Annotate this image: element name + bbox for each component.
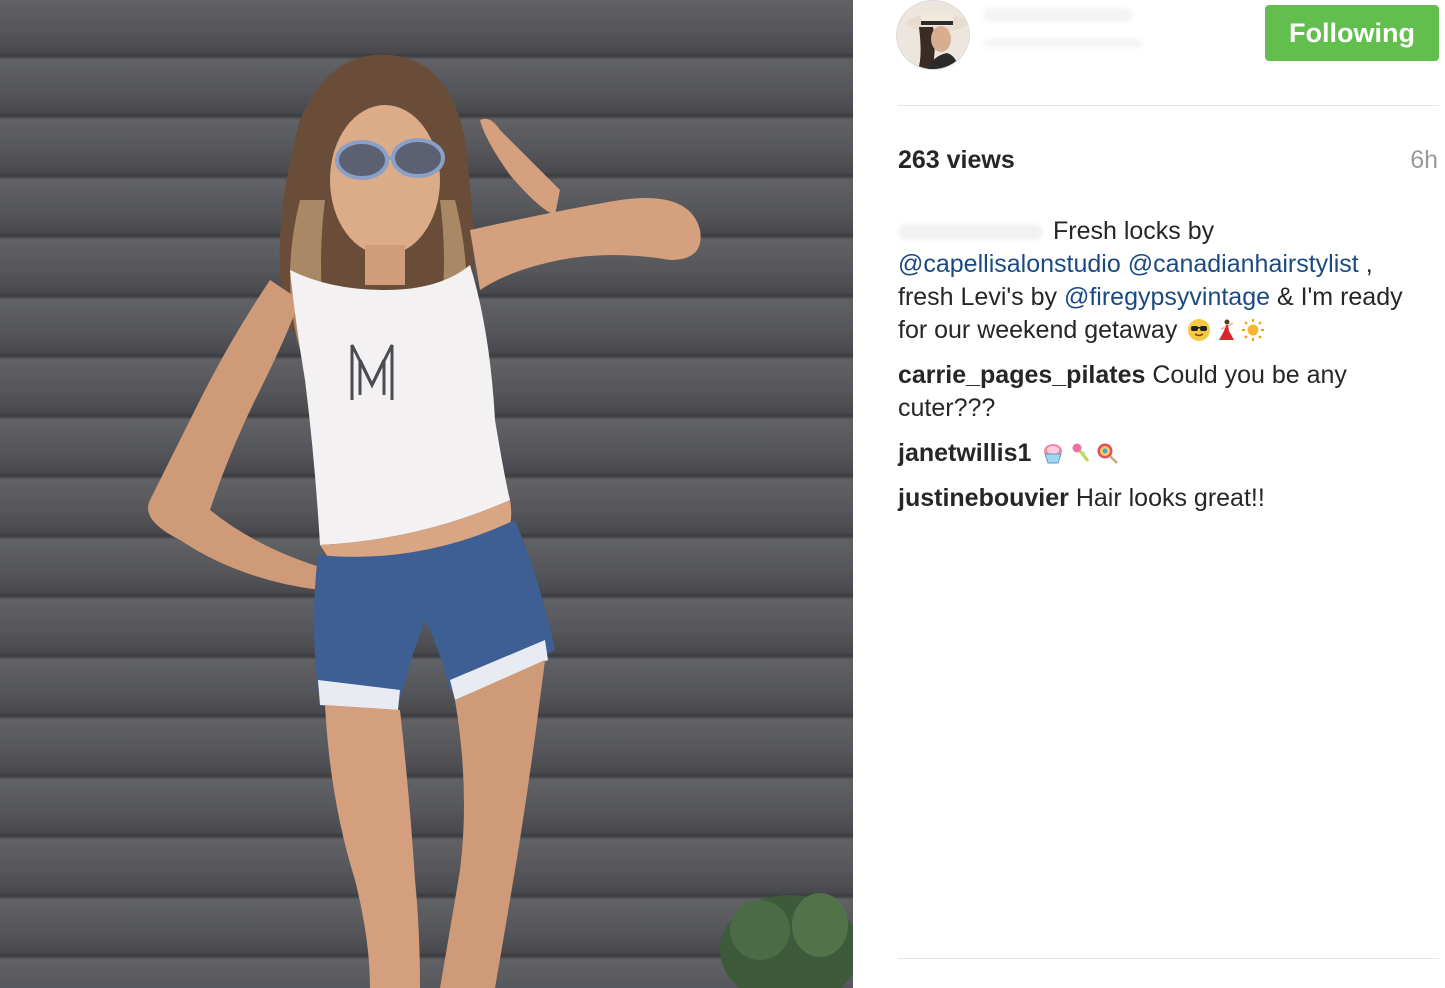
comment-username[interactable]: janetwillis1 (898, 439, 1031, 467)
divider (898, 105, 1439, 106)
mention-link[interactable]: @canadianhairstylist (1128, 250, 1359, 278)
comment-username[interactable]: carrie_pages_pilates (898, 361, 1145, 389)
divider (898, 958, 1439, 959)
mention-link[interactable]: @capellisalonstudio (898, 250, 1121, 278)
sunglasses-face-emoji (1188, 319, 1211, 341)
candy-emoji (1072, 443, 1090, 462)
post-time[interactable]: 6h (1410, 146, 1438, 175)
avatar-image (897, 1, 969, 69)
instagram-post-view: Following 263 views 6h Fresh locks by @c… (0, 0, 1445, 988)
caption-text: , (1365, 250, 1373, 278)
post-photo-illustration (0, 0, 853, 988)
comment-username[interactable]: justinebouvier (898, 484, 1069, 512)
comment-text: Hair looks great!! (1075, 484, 1265, 512)
avatar[interactable] (896, 0, 970, 70)
post-sidebar: Following 263 views 6h Fresh locks by @c… (853, 0, 1445, 988)
username-redacted (983, 8, 1133, 22)
view-count: 263 views (898, 146, 1015, 174)
mention-link[interactable]: @firegypsyvintage (1064, 283, 1270, 311)
comments-list: Fresh locks by @capellisalonstudio @cana… (898, 215, 1418, 527)
caption-text: fresh Levi's by (898, 283, 1058, 311)
lollipop-emoji (1097, 443, 1119, 464)
following-button[interactable]: Following (1265, 5, 1439, 61)
comment-item: carrie_pages_pilates Could you be any cu… (898, 359, 1418, 425)
post-photo[interactable] (0, 0, 853, 988)
caption-username-redacted (898, 224, 1043, 241)
location-redacted (983, 38, 1143, 48)
shaved-ice-emoji (1044, 444, 1063, 464)
sun-emoji (1242, 319, 1265, 341)
caption: Fresh locks by @capellisalonstudio @cana… (898, 215, 1418, 347)
comment-item: justinebouvier Hair looks great!! (898, 482, 1418, 515)
dancer-emoji (1219, 319, 1235, 340)
caption-text: Fresh locks by (1053, 217, 1215, 245)
comment-item: janetwillis1 (898, 437, 1418, 470)
